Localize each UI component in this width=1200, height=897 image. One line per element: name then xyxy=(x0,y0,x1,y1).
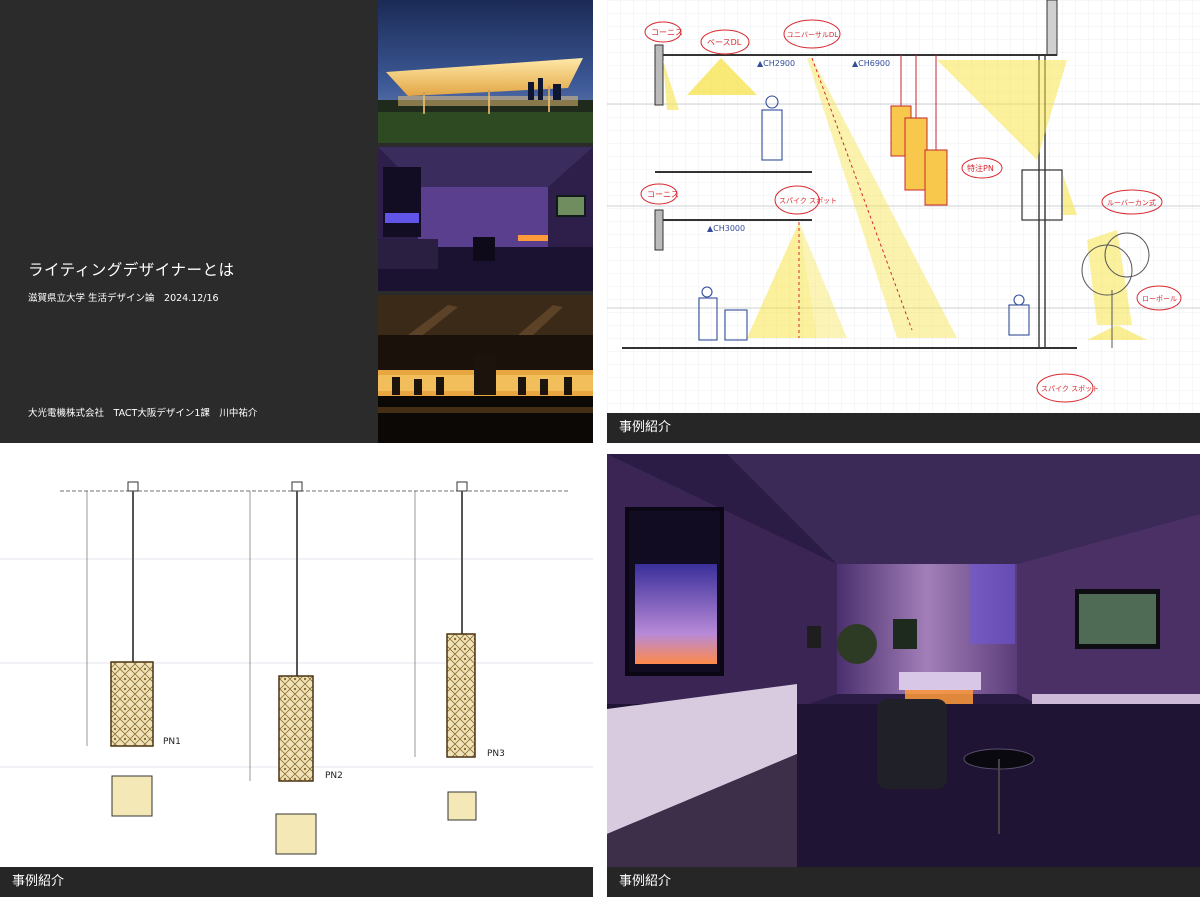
annot-spike-spot-bottom: スパイク スポット xyxy=(1041,385,1099,393)
room-caption: 事例紹介 xyxy=(607,867,1200,897)
slide-author: 大光電機株式会社 TACT大阪デザイン1課 川中祐介 xyxy=(28,408,258,419)
sketch-caption: 事例紹介 xyxy=(607,413,1200,443)
annot-base-dl: ベースDL xyxy=(707,38,742,47)
annot-ch6900: ▲CH6900 xyxy=(852,59,890,68)
annot-universal-dl: ユニバーサルDL xyxy=(787,31,838,39)
label-pn1: PN1 xyxy=(163,737,181,747)
label-pn2: PN2 xyxy=(325,771,343,781)
sketch-slide: コーニス ベースDL ユニバーサルDL 特注PN コーニス スパイク スポット … xyxy=(607,0,1200,443)
slide-title: ライティングデザイナーとは xyxy=(28,261,235,279)
canopy-photo xyxy=(378,0,593,143)
showroom-photo xyxy=(378,147,593,291)
lighting-section-sketch: コーニス ベースDL ユニバーサルDL 特注PN コーニス スパイク スポット … xyxy=(607,0,1200,413)
title-slide: ライティングデザイナーとは 滋賀県立大学 生活デザイン論 2024.12/16 … xyxy=(0,0,593,443)
pendant-elevation-drawing: PN1 PN2 PN3 xyxy=(0,454,593,867)
annot-louver: ルーバーカン式 xyxy=(1107,198,1156,207)
annot-special-pn: 特注PN xyxy=(967,163,994,173)
annot-cornice-bottom: コーニス xyxy=(647,190,679,199)
annot-low-pole: ローポール xyxy=(1142,295,1177,303)
drawing-slide: PN1 PN2 PN3 事例紹介 xyxy=(0,454,593,897)
annot-cornice-top: コーニス xyxy=(651,28,683,37)
label-pn3: PN3 xyxy=(487,749,505,759)
annot-spike-spot: スパイク スポット xyxy=(779,197,837,205)
slide-subtitle: 滋賀県立大学 生活デザイン論 2024.12/16 xyxy=(28,293,219,304)
room-slide: 事例紹介 xyxy=(607,454,1200,897)
annot-ch3000: ▲CH3000 xyxy=(707,224,745,233)
drawing-caption: 事例紹介 xyxy=(0,867,593,897)
annot-ch2900: ▲CH2900 xyxy=(757,59,795,68)
purple-room-photo xyxy=(607,454,1200,867)
amber-interior-photo xyxy=(378,295,593,443)
